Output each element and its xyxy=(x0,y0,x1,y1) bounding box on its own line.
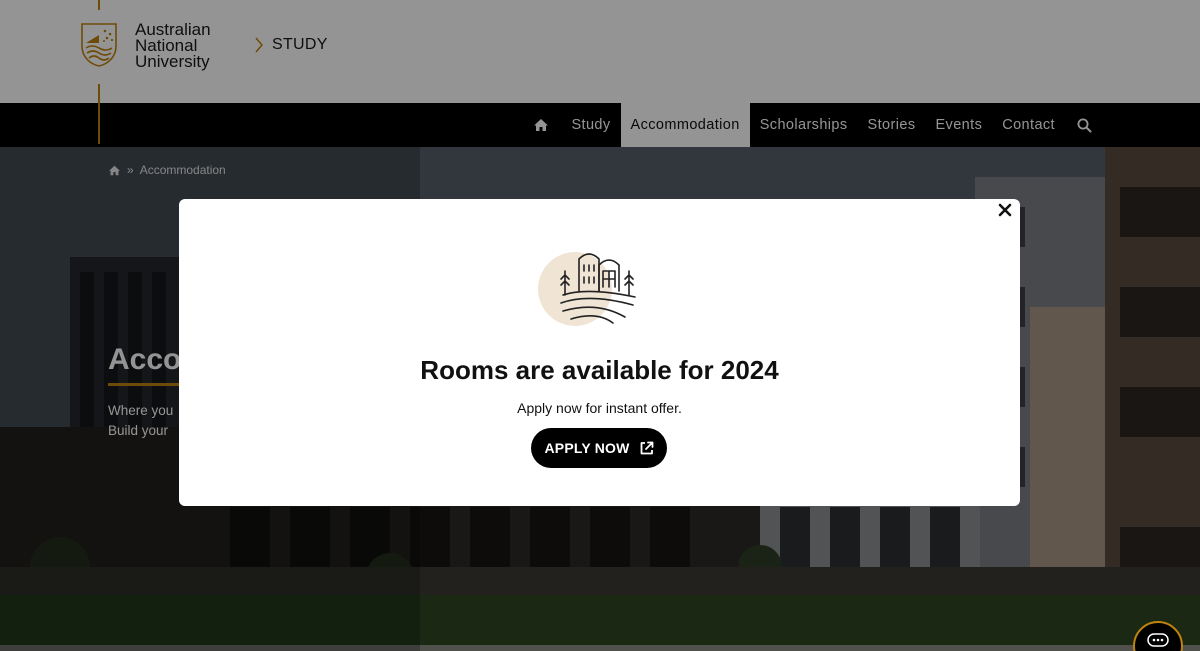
campus-buildings-icon xyxy=(538,252,636,326)
modal-title: Rooms are available for 2024 xyxy=(420,355,779,385)
chat-icon xyxy=(1147,633,1169,647)
apply-now-button[interactable]: APPLY NOW xyxy=(531,428,667,468)
external-link-icon xyxy=(640,441,653,454)
apply-now-label: APPLY NOW xyxy=(544,440,630,456)
modal-subtitle: Apply now for instant offer. xyxy=(517,400,682,416)
close-icon[interactable] xyxy=(996,201,1014,219)
rooms-available-modal: Rooms are available for 2024 Apply now f… xyxy=(179,199,1020,506)
